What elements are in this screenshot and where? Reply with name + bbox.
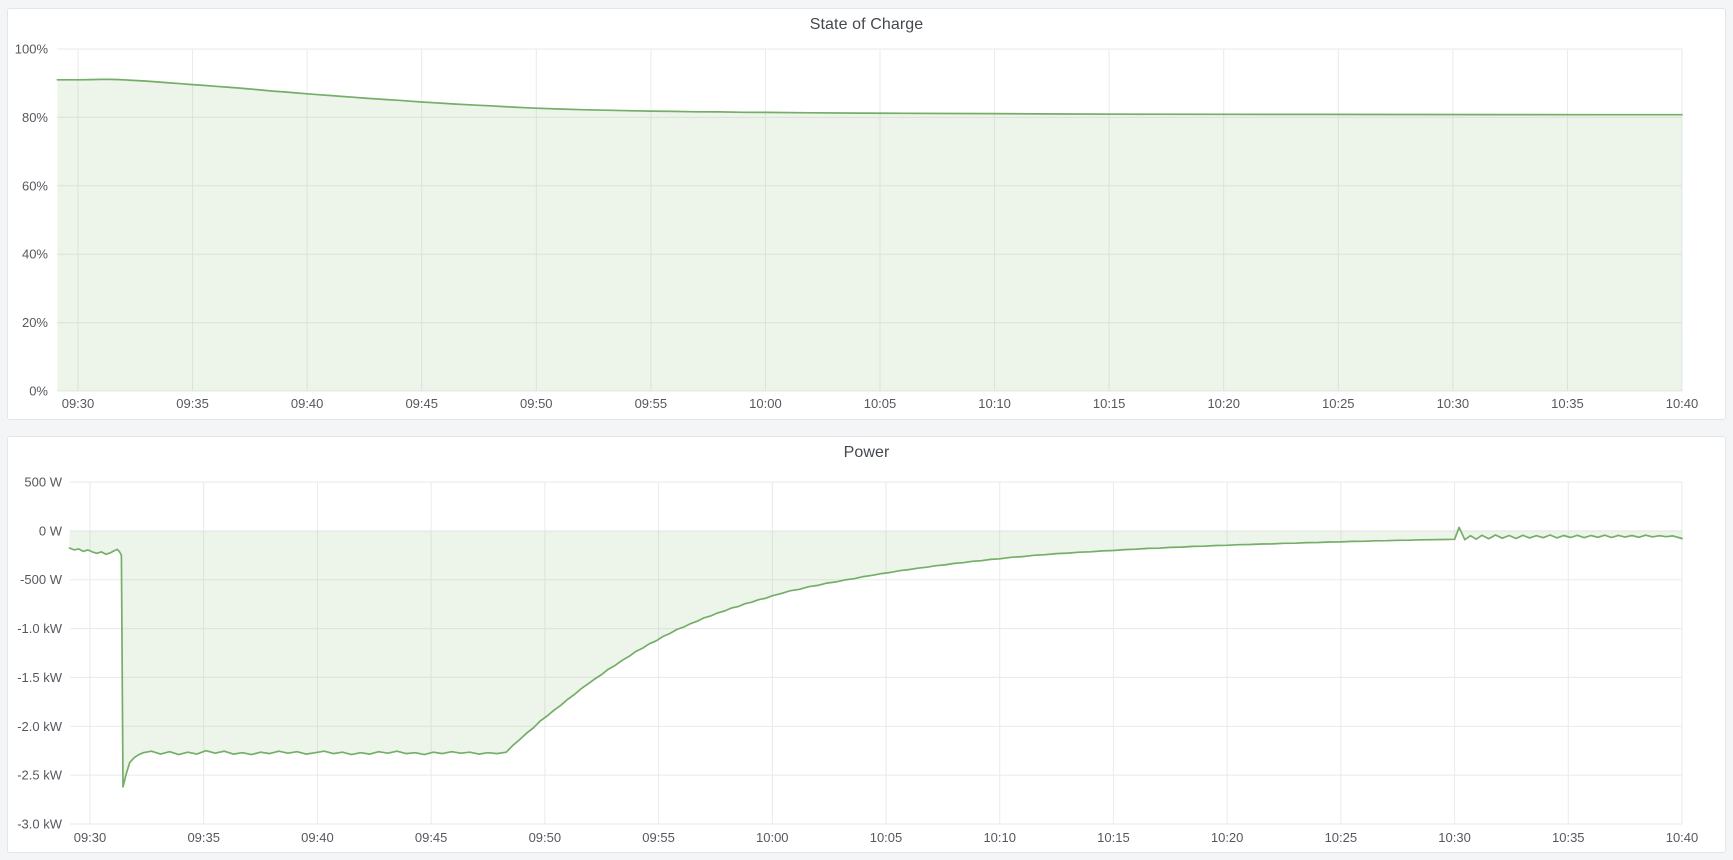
- svg-text:0 W: 0 W: [39, 523, 63, 538]
- svg-text:09:40: 09:40: [301, 830, 334, 845]
- svg-text:10:05: 10:05: [870, 830, 903, 845]
- svg-text:10:15: 10:15: [1097, 830, 1130, 845]
- svg-text:10:15: 10:15: [1093, 396, 1126, 411]
- svg-text:20%: 20%: [22, 315, 48, 330]
- svg-text:09:30: 09:30: [74, 830, 107, 845]
- svg-text:09:40: 09:40: [291, 396, 324, 411]
- power-panel-title[interactable]: Power: [8, 437, 1725, 467]
- state-of-charge-chart[interactable]: 100%80%60%40%20%0% 09:3009:3509:4009:450…: [8, 39, 1725, 419]
- svg-text:09:30: 09:30: [62, 396, 95, 411]
- soc-y-axis-labels: 100% 80% 60% 40% 20% 0%: [15, 42, 49, 399]
- svg-text:09:50: 09:50: [520, 396, 553, 411]
- power-area-fill: [70, 527, 1683, 787]
- state-of-charge-panel: State of Charge 100% 80% 60% 40% 20% 0% 09:30…: [7, 8, 1726, 420]
- power-panel: Power 500 W 0 W -500 W -1.0 kW -1.5 kW -2.0 k…: [7, 436, 1726, 853]
- svg-text:10:25: 10:25: [1325, 830, 1358, 845]
- svg-text:10:25: 10:25: [1322, 396, 1355, 411]
- svg-text:500 W: 500 W: [24, 475, 62, 490]
- svg-text:10:05: 10:05: [864, 396, 897, 411]
- svg-text:10:40: 10:40: [1666, 830, 1699, 845]
- svg-text:40%: 40%: [22, 247, 48, 262]
- svg-text:-1.5 kW: -1.5 kW: [17, 670, 63, 685]
- svg-text:09:45: 09:45: [405, 396, 438, 411]
- svg-text:10:35: 10:35: [1552, 830, 1585, 845]
- svg-text:-2.0 kW: -2.0 kW: [17, 719, 63, 734]
- svg-text:09:50: 09:50: [529, 830, 562, 845]
- svg-text:10:30: 10:30: [1437, 396, 1470, 411]
- svg-text:80%: 80%: [22, 110, 48, 125]
- svg-text:09:45: 09:45: [415, 830, 448, 845]
- soc-x-axis-labels: 09:30 09:35 09:40 09:45 09:50 09:55 10:00 10:05…: [62, 396, 1699, 411]
- svg-text:100%: 100%: [15, 42, 49, 57]
- svg-text:10:10: 10:10: [978, 396, 1011, 411]
- svg-text:09:35: 09:35: [176, 396, 209, 411]
- svg-text:10:00: 10:00: [749, 396, 782, 411]
- svg-text:0%: 0%: [29, 384, 48, 399]
- svg-text:-500 W: -500 W: [20, 572, 63, 587]
- svg-text:10:30: 10:30: [1438, 830, 1471, 845]
- svg-text:09:55: 09:55: [635, 396, 668, 411]
- svg-text:-3.0 kW: -3.0 kW: [17, 817, 63, 832]
- power-x-axis-labels: 09:30 09:35 09:40 09:45 09:50 09:55 10:00 10:05…: [74, 830, 1699, 845]
- svg-text:60%: 60%: [22, 178, 48, 193]
- svg-text:10:20: 10:20: [1211, 830, 1244, 845]
- svg-text:10:00: 10:00: [756, 830, 789, 845]
- svg-text:-2.5 kW: -2.5 kW: [17, 768, 63, 783]
- soc-area-fill: [57, 79, 1682, 391]
- svg-text:09:55: 09:55: [642, 830, 675, 845]
- svg-text:10:40: 10:40: [1666, 396, 1699, 411]
- svg-text:10:20: 10:20: [1207, 396, 1240, 411]
- svg-text:09:35: 09:35: [187, 830, 220, 845]
- state-of-charge-panel-title[interactable]: State of Charge: [8, 9, 1725, 39]
- svg-text:10:10: 10:10: [983, 830, 1016, 845]
- svg-text:10:35: 10:35: [1551, 396, 1584, 411]
- power-chart[interactable]: 500 W 0 W -500 W -1.0 kW -1.5 kW -2.0 kW -2.5 …: [8, 467, 1725, 852]
- svg-text:-1.0 kW: -1.0 kW: [17, 621, 63, 636]
- power-y-axis-labels: 500 W 0 W -500 W -1.0 kW -1.5 kW -2.0 kW -2.5 …: [17, 475, 63, 832]
